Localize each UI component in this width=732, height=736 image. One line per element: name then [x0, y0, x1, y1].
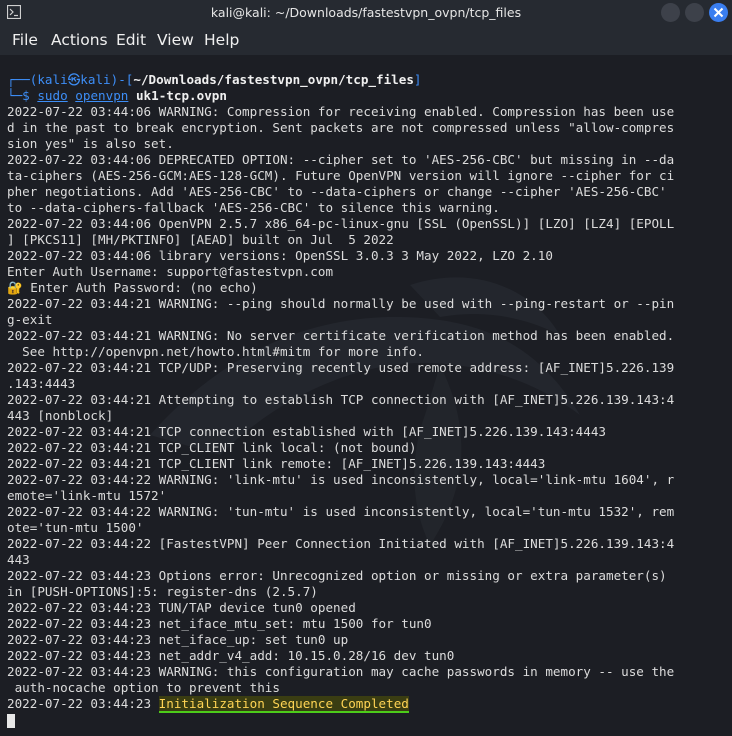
- window-title: kali@kali: ~/Downloads/fastestvpn_ovpn/t…: [210, 5, 522, 20]
- prompt-mid: )-[: [110, 72, 134, 87]
- menu-help[interactable]: Help: [204, 31, 239, 49]
- output-line: sion yes" is also set.: [7, 136, 174, 151]
- output-line: in [PUSH-OPTIONS]:5: register-dns (2.5.7…: [7, 584, 318, 599]
- terminal-output: ┌──(kali㉿kali)-[~/Downloads/fastestvpn_o…: [7, 72, 674, 728]
- output-line: 2022-07-22 03:44:23 net_iface_up: set tu…: [7, 632, 349, 647]
- output-line: d in the past to break encryption. Sent …: [7, 120, 675, 135]
- prompt-close: ]: [413, 72, 422, 87]
- output-line: 443 [nonblock]: [7, 408, 114, 423]
- password-prompt: Enter Auth Password: (no echo): [30, 280, 258, 295]
- command-tool: openvpn: [75, 88, 129, 103]
- maximize-button[interactable]: [685, 3, 704, 22]
- output-line: See http://openvpn.net/howto.html#mitm f…: [7, 344, 425, 359]
- menu-bar: File Actions Edit View Help: [0, 25, 732, 55]
- cursor-line[interactable]: [7, 712, 674, 728]
- title-bar[interactable]: kali@kali: ~/Downloads/fastestvpn_ovpn/t…: [0, 0, 732, 25]
- initialization-complete-message: Initialization Sequence Completed: [158, 696, 409, 713]
- output-line: to --data-ciphers-fallback 'AES-256-CBC'…: [7, 200, 500, 215]
- command-argument: uk1-tcp.ovpn: [135, 88, 227, 103]
- password-prompt-line: 🔐 Enter Auth Password: (no echo): [7, 280, 674, 296]
- menu-actions[interactable]: Actions: [51, 31, 108, 49]
- output-line: 2022-07-22 03:44:06 library versions: Op…: [7, 248, 553, 263]
- prompt-open: ┌──(: [7, 72, 38, 87]
- output-line: emote='link-mtu 1572': [7, 488, 167, 503]
- final-status-line: 2022-07-22 03:44:23 Initialization Seque…: [7, 696, 674, 713]
- output-line: 2022-07-22 03:44:23 Options error: Unrec…: [7, 568, 667, 583]
- output-line: 2022-07-22 03:44:21 TCP_CLIENT link remo…: [7, 456, 546, 471]
- output-line: ] [PKCS11] [MH/PKTINFO] [AEAD] built on …: [7, 232, 394, 247]
- output-line: 2022-07-22 03:44:21 WARNING: --ping shou…: [7, 296, 675, 311]
- output-line: g-exit: [7, 312, 53, 327]
- text-cursor: [7, 713, 15, 728]
- output-line: 2022-07-22 03:44:23 net_addr_v4_add: 10.…: [7, 648, 455, 663]
- output-line: 2022-07-22 03:44:23 WARNING: this config…: [7, 664, 675, 679]
- output-line: 2022-07-22 03:44:06 WARNING: Compression…: [7, 104, 675, 119]
- output-line: 2022-07-22 03:44:21 TCP_CLIENT link loca…: [7, 440, 417, 455]
- final-timestamp: 2022-07-22 03:44:23: [7, 696, 159, 711]
- prompt-at: ㉿: [67, 72, 81, 87]
- output-line: .143:4443: [7, 376, 76, 391]
- output-line: 2022-07-22 03:44:23 TUN/TAP device tun0 …: [7, 600, 356, 615]
- output-line: 2022-07-22 03:44:21 Attempting to establ…: [7, 392, 675, 407]
- output-line: 2022-07-22 03:44:23 net_iface_mtu_set: m…: [7, 616, 432, 631]
- output-line: 2022-07-22 03:44:06 DEPRECATED OPTION: -…: [7, 152, 675, 167]
- prompt-path: ~/Downloads/fastestvpn_ovpn/tcp_files: [133, 72, 414, 87]
- terminal-window: kali@kali: ~/Downloads/fastestvpn_ovpn/t…: [0, 0, 732, 736]
- output-line: 2022-07-22 03:44:22 WARNING: 'link-mtu' …: [7, 472, 675, 487]
- output-line: 443: [7, 552, 30, 567]
- output-line: Enter Auth Username: support@fastestvpn.…: [7, 264, 334, 279]
- prompt-line-1: ┌──(kali㉿kali)-[~/Downloads/fastestvpn_o…: [7, 72, 674, 88]
- prompt-line-2: └─$ sudo openvpn uk1-tcp.ovpn: [7, 88, 674, 104]
- prompt-user: kali: [37, 72, 68, 87]
- menu-file[interactable]: File: [12, 31, 38, 49]
- prompt-host: kali: [80, 72, 111, 87]
- output-line: auth-nocache option to prevent this: [7, 680, 280, 695]
- minimize-button[interactable]: [661, 3, 680, 22]
- close-icon: [713, 7, 724, 18]
- command-sudo: sudo: [37, 88, 68, 103]
- output-line: pher negotiations. Add 'AES-256-CBC' to …: [7, 184, 667, 199]
- output-line: 2022-07-22 03:44:22 [FastestVPN] Peer Co…: [7, 536, 675, 551]
- output-line: 2022-07-22 03:44:21 TCP/UDP: Preserving …: [7, 360, 675, 375]
- menu-view[interactable]: View: [157, 31, 194, 49]
- output-line: 2022-07-22 03:44:22 WARNING: 'tun-mtu' i…: [7, 504, 675, 519]
- output-line: ote='tun-mtu 1500': [7, 520, 144, 535]
- menu-edit[interactable]: Edit: [116, 31, 146, 49]
- prompt-symbol: └─$: [7, 88, 38, 103]
- close-button[interactable]: [709, 3, 728, 22]
- terminal-area[interactable]: ┌──(kali㉿kali)-[~/Downloads/fastestvpn_o…: [0, 55, 732, 736]
- lock-icon: 🔐: [7, 280, 23, 295]
- output-line: 2022-07-22 03:44:21 TCP connection estab…: [7, 424, 606, 439]
- output-line: ta-ciphers (AES-256-GCM:AES-128-GCM). Fu…: [7, 168, 675, 183]
- output-line: 2022-07-22 03:44:21 WARNING: No server c…: [7, 328, 675, 343]
- output-line: 2022-07-22 03:44:06 OpenVPN 2.5.7 x86_64…: [7, 216, 675, 231]
